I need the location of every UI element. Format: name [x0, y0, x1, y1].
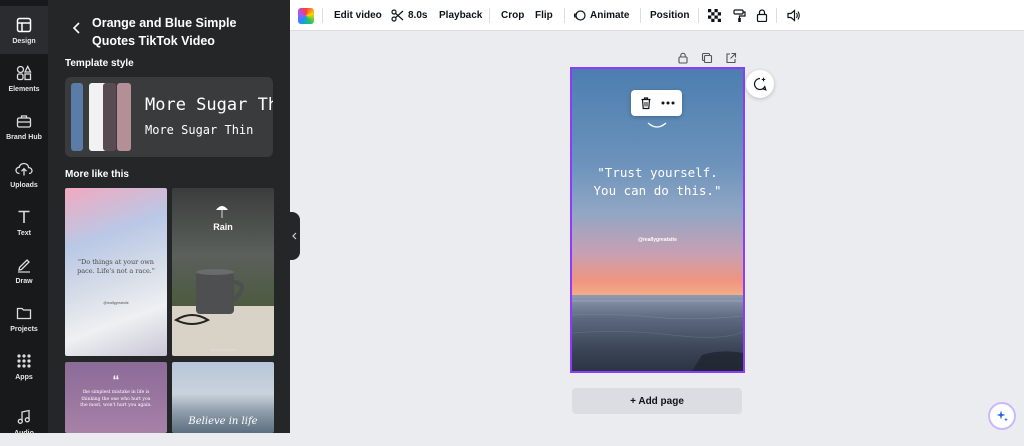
position-button[interactable]: Position [650, 0, 689, 31]
animate-label: Animate [590, 10, 630, 21]
font-preview-body: More Sugar Thin [145, 123, 254, 137]
ellipsis-icon [661, 101, 675, 105]
back-button[interactable] [70, 21, 84, 35]
comment-add-icon [753, 77, 767, 91]
left-rail: Design Elements Brand Hub Uploads Text D… [0, 0, 48, 437]
duration-label: 8.0s [408, 10, 428, 21]
layout-icon [15, 16, 33, 34]
shapes-icon [15, 64, 33, 82]
grid-icon [15, 352, 33, 370]
text-icon [15, 208, 33, 226]
color-gradient-icon [298, 7, 314, 24]
paint-roller-icon [733, 9, 746, 22]
volume-button[interactable] [787, 0, 801, 31]
thumb-handle: @reallygreatsite [103, 301, 129, 305]
font-preview-heading: More Sugar Th [145, 95, 273, 115]
duplicate-page-button[interactable] [701, 51, 715, 65]
duplicate-icon [701, 52, 713, 64]
rail-label: Audio [14, 429, 34, 437]
rail-label: Projects [10, 325, 38, 333]
playback-button[interactable]: Playback [439, 0, 482, 31]
mug-illustration [172, 206, 274, 356]
rail-label: Elements [8, 85, 40, 93]
editor-toolbar: Edit video 8.0s Playback Crop Flip Anima… [290, 0, 1024, 31]
template-title: Orange and Blue Simple Quotes TikTok Vid… [92, 16, 237, 48]
transparency-button[interactable] [708, 0, 721, 31]
rail-item-text[interactable]: Text [0, 198, 48, 246]
element-context-menu [631, 90, 682, 116]
delete-button[interactable] [639, 96, 653, 110]
template-thumb-rain[interactable]: Rain @reallygreatsite [172, 188, 274, 356]
quote-text[interactable]: "Trust yourself. You can do this." [572, 164, 743, 200]
lock-icon [756, 9, 768, 22]
rail-label: Text [17, 229, 31, 237]
quote-line: You can do this." [593, 183, 722, 198]
thumb-quote-mark: “ [112, 372, 120, 388]
smile-icon [647, 122, 667, 128]
rail-item-brand-hub[interactable]: Brand Hub [0, 102, 48, 150]
rail-item-design[interactable]: Design [0, 6, 48, 54]
rail-item-draw[interactable]: Draw [0, 246, 48, 294]
cloud-upload-icon [15, 160, 33, 178]
rail-item-uploads[interactable]: Uploads [0, 150, 48, 198]
more-like-this-heading: More like this [65, 169, 129, 180]
edit-video-button[interactable]: Edit video [334, 0, 382, 31]
rail-item-projects[interactable]: Projects [0, 294, 48, 342]
export-icon [726, 52, 737, 64]
rail-item-elements[interactable]: Elements [0, 54, 48, 102]
add-page-icon-button[interactable] [725, 51, 739, 65]
thumb-script-text: Believe in life [188, 416, 258, 427]
template-style-card[interactable]: More Sugar Th More Sugar Thin [65, 77, 273, 157]
rail-label: Brand Hub [6, 133, 42, 141]
thumb-handle: @reallygreatsite [210, 348, 236, 352]
design-panel: Orange and Blue Simple Quotes TikTok Vid… [48, 0, 290, 433]
lock-page-button[interactable] [677, 51, 691, 65]
handle-text[interactable]: @reallygreatsite [572, 237, 743, 243]
trim-button[interactable]: 8.0s [391, 0, 427, 31]
paint-format-button[interactable] [733, 0, 746, 31]
thumb-quote: "Do things at your own pace. Life's not … [77, 258, 155, 275]
checkerboard-icon [708, 9, 721, 22]
thumb-title: Rain [213, 222, 233, 232]
rail-label: Uploads [10, 181, 38, 189]
pen-icon [15, 256, 33, 274]
rail-item-apps[interactable]: Apps [0, 342, 48, 390]
chevron-left-icon [72, 22, 80, 34]
crop-button[interactable]: Crop [501, 0, 524, 31]
add-comment-button[interactable] [746, 70, 774, 98]
trash-icon [641, 97, 651, 110]
template-thumb-purple[interactable]: “ the simplest mistake in life is thinki… [65, 362, 167, 433]
folder-icon [15, 304, 33, 322]
quote-line: "Trust yourself. [597, 165, 718, 180]
template-thumb-believe[interactable]: Believe in life [172, 362, 274, 433]
thumb-quote: the simplest mistake in life is thinking… [80, 390, 152, 408]
scissors-icon [391, 9, 404, 22]
rail-item-audio[interactable]: Audio [0, 398, 48, 446]
chevron-left-icon [292, 232, 297, 240]
color-swatch [103, 83, 116, 151]
add-page-button[interactable]: + Add page [572, 388, 742, 414]
collapse-panel-button[interactable] [290, 212, 300, 260]
color-picker-button[interactable] [298, 0, 314, 31]
animate-icon [573, 10, 586, 21]
color-swatch [71, 83, 83, 151]
more-options-button[interactable] [660, 96, 676, 110]
rail-label: Apps [15, 373, 33, 381]
lock-icon [678, 52, 688, 64]
template-style-heading: Template style [65, 58, 134, 69]
sea-background [572, 295, 743, 371]
briefcase-icon [15, 112, 33, 130]
lock-button[interactable] [756, 0, 768, 31]
animate-button[interactable]: Animate [573, 0, 629, 31]
music-icon [15, 408, 33, 426]
speaker-icon [787, 9, 800, 22]
flip-button[interactable]: Flip [535, 0, 553, 31]
magic-assistant-button[interactable] [988, 402, 1016, 430]
template-thumb-clouds[interactable]: "Do things at your own pace. Life's not … [65, 188, 167, 356]
rail-label: Draw [15, 277, 33, 285]
rail-label: Design [12, 37, 36, 45]
color-swatch [117, 83, 131, 151]
sparkle-icon [996, 410, 1008, 422]
